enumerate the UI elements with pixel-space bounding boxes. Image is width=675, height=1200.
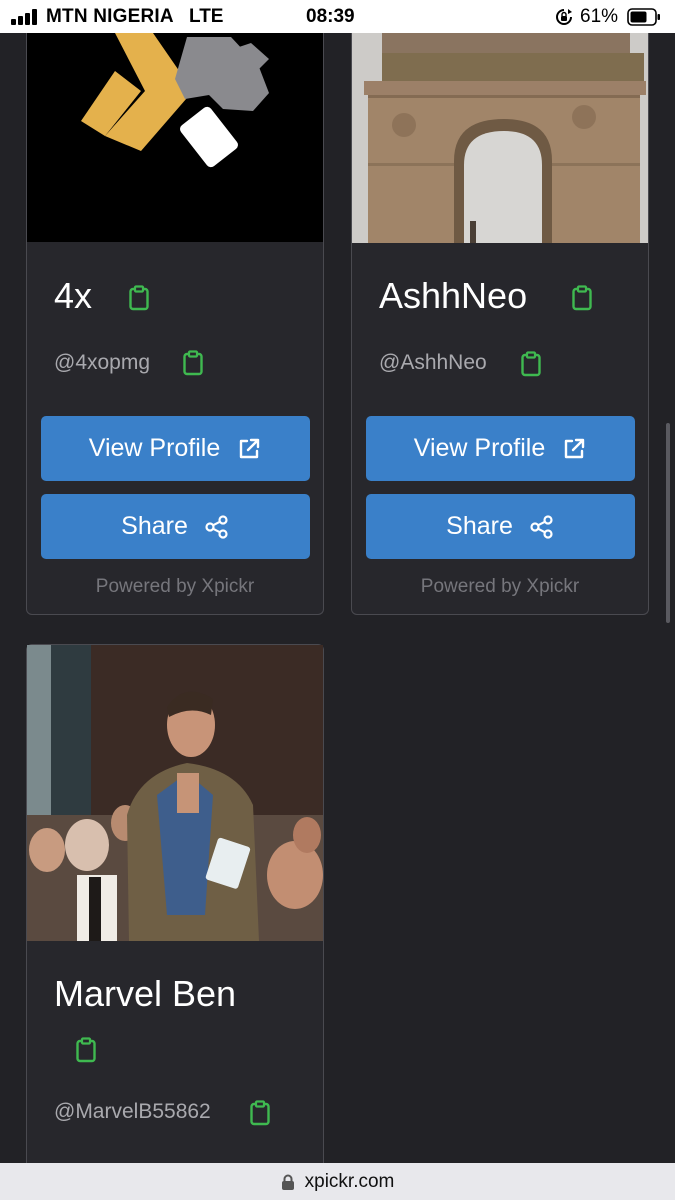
profile-image bbox=[27, 33, 323, 242]
powered-by-text: Powered by Xpickr bbox=[95, 576, 255, 597]
share-label: Share bbox=[446, 512, 513, 540]
clipboard-icon[interactable] bbox=[571, 285, 593, 311]
view-profile-button[interactable]: View Profile bbox=[41, 416, 310, 481]
clipboard-icon[interactable] bbox=[128, 285, 150, 311]
clipboard-icon[interactable] bbox=[75, 1037, 97, 1063]
external-link-icon bbox=[240, 438, 260, 458]
india-gate-photo bbox=[352, 33, 648, 243]
powered-by-text: Powered by Xpickr bbox=[420, 576, 580, 597]
profile-name: 4x bbox=[54, 275, 93, 316]
padlock-icon bbox=[281, 1174, 294, 1190]
battery-percent: 61% bbox=[580, 6, 619, 27]
view-profile-button[interactable]: View Profile bbox=[366, 416, 635, 481]
clipboard-icon[interactable] bbox=[182, 350, 204, 376]
scrollbar[interactable] bbox=[666, 423, 670, 623]
profile-card: 4x @4xopmg View Profile Share Powered by… bbox=[26, 33, 324, 615]
battery-icon bbox=[627, 8, 660, 26]
profile-grid[interactable]: 4x @4xopmg View Profile Share Powered by… bbox=[0, 33, 675, 1163]
profile-card: Marvel Ben @MarvelB55862 bbox=[26, 644, 324, 1163]
share-icon bbox=[530, 514, 553, 539]
view-profile-label: View Profile bbox=[88, 434, 221, 462]
share-button[interactable]: Share bbox=[41, 494, 310, 559]
share-button[interactable]: Share bbox=[366, 494, 635, 559]
rotation-lock-icon bbox=[556, 9, 572, 25]
xpickr-logo bbox=[81, 33, 269, 168]
share-icon bbox=[205, 514, 228, 539]
profile-image bbox=[352, 33, 648, 243]
profile-name: AshhNeo bbox=[379, 275, 528, 316]
share-label: Share bbox=[121, 512, 188, 540]
profile-handle: @AshhNeo bbox=[379, 351, 487, 374]
carrier-name: MTN NIGERIA bbox=[46, 6, 174, 27]
status-time: 08:39 bbox=[306, 6, 355, 27]
network-type: LTE bbox=[189, 6, 224, 27]
profile-handle: @MarvelB55862 bbox=[54, 1100, 211, 1123]
url-text: xpickr.com bbox=[304, 1170, 395, 1192]
view-profile-label: View Profile bbox=[413, 434, 546, 462]
profile-name: Marvel Ben bbox=[54, 973, 237, 1014]
clipboard-icon[interactable] bbox=[520, 351, 542, 377]
painting-image bbox=[27, 645, 323, 941]
status-bar: MTN NIGERIA LTE 08:39 61% bbox=[0, 0, 675, 33]
profile-handle: @4xopmg bbox=[54, 351, 151, 374]
signal-icon bbox=[11, 9, 41, 25]
profile-card: AshhNeo @AshhNeo View Profile Share Powe… bbox=[351, 33, 649, 615]
profile-image bbox=[27, 645, 323, 941]
address-bar[interactable]: xpickr.com bbox=[0, 1163, 675, 1200]
clipboard-icon[interactable] bbox=[249, 1100, 271, 1126]
external-link-icon bbox=[565, 438, 585, 458]
